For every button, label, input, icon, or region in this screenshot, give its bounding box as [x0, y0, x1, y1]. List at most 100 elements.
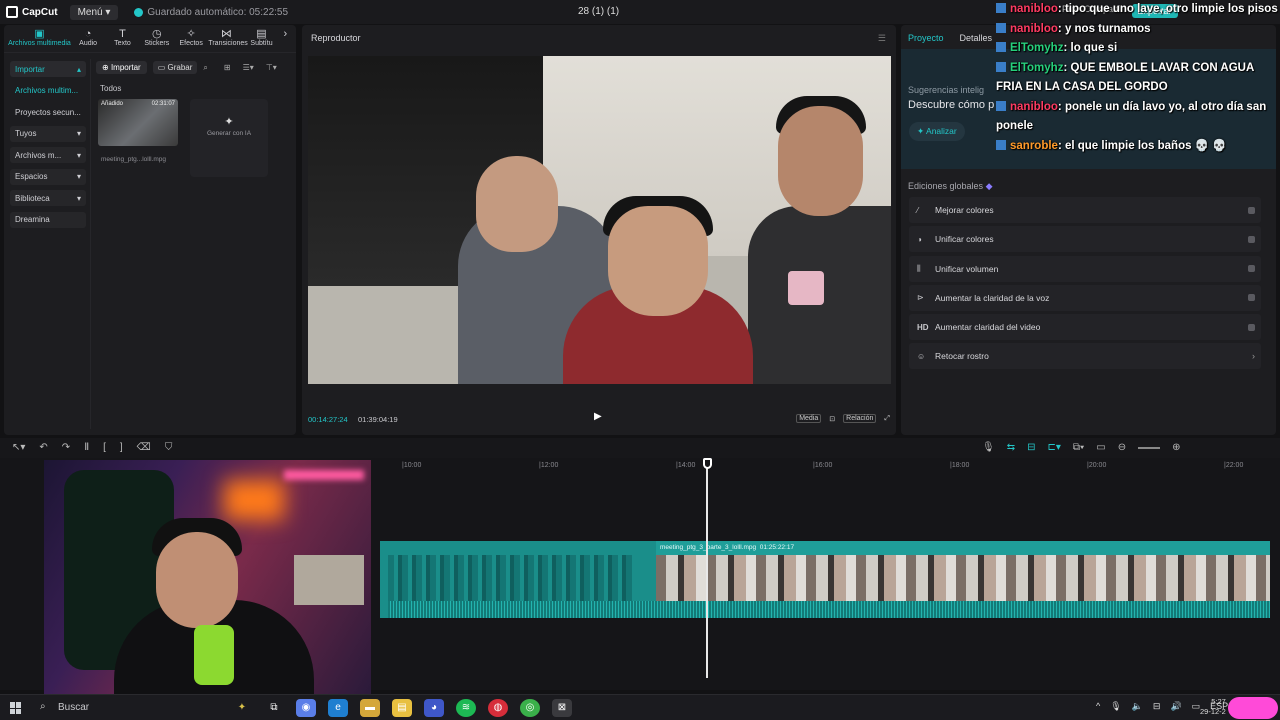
timeline-ruler[interactable]: |10:00 |12:00 |14:00 |16:00 |18:00 |20:0…	[380, 460, 1280, 474]
taskbar-search[interactable]: ⌕ Buscar	[34, 699, 214, 717]
toggle-icon[interactable]	[1248, 235, 1255, 243]
ruler-tick: |14:00	[676, 462, 696, 469]
tab-stickers[interactable]: ◷ Stickers	[140, 28, 174, 52]
obs-icon[interactable]: ◍	[488, 699, 508, 717]
grid-view-icon[interactable]: ⊞	[224, 63, 231, 72]
toggle-icon[interactable]	[1248, 294, 1255, 302]
redo-icon[interactable]: ↷	[62, 442, 70, 453]
play-icon[interactable]: ▶	[594, 411, 602, 422]
clip-segments[interactable]	[388, 555, 633, 603]
generate-ai-button[interactable]: ✦ Generar con IA	[190, 99, 268, 177]
tab-audio[interactable]: ◔ Audio	[71, 28, 105, 52]
chevron-up-icon[interactable]: ^	[1096, 701, 1100, 712]
zoom-slider[interactable]	[1138, 446, 1161, 449]
tab-media[interactable]: ▣ Archivos multimedia	[8, 28, 71, 52]
microphone-icon[interactable]: 🎙	[1110, 701, 1121, 712]
nav-import[interactable]: Importar ▴	[10, 61, 86, 77]
global-edit-retouch-face[interactable]: ☺ Retocar rostro ›	[909, 343, 1261, 370]
task-view-icon[interactable]: ⧉	[264, 699, 284, 717]
playhead[interactable]	[706, 458, 708, 678]
ruler-tick: |18:00	[950, 462, 970, 469]
split-icon[interactable]: Ⅱ	[84, 442, 89, 453]
fullscreen-icon[interactable]: ⤢	[884, 415, 890, 423]
global-edit-unify-volume[interactable]: ⫼ Unificar volumen	[909, 255, 1261, 282]
tab-text[interactable]: T Texto	[105, 28, 139, 52]
autosave-status: Guardado automático: 05:22:55	[134, 7, 288, 18]
filter-icon[interactable]: ⊤▾	[266, 63, 277, 72]
twitch-icon	[996, 61, 1006, 72]
tabs-scroll-right[interactable]: ›	[279, 28, 292, 52]
nav-secondary-projects[interactable]: Proyectos secun...	[10, 104, 86, 120]
global-edit-voice-clarity[interactable]: ⊳ Aumentar la claridad de la voz	[909, 284, 1261, 311]
nav-dreamina[interactable]: Dreamina	[10, 211, 86, 228]
playhead-handle[interactable]	[703, 458, 712, 469]
chat-message: sanroble: el que limpie los baños 💀 💀	[996, 137, 1280, 157]
network-icon[interactable]: ⊟	[1153, 701, 1161, 712]
notes-icon[interactable]: ▤	[392, 699, 412, 717]
preview-axis-icon[interactable]: ⧉▾	[1073, 442, 1084, 453]
import-button[interactable]: ⊕ Importar	[96, 61, 147, 74]
nav-spaces[interactable]: Espacios ▾	[10, 168, 86, 185]
nav-media-archive[interactable]: Archivos m... ▾	[10, 147, 86, 163]
tab-effects[interactable]: ✧ Efectos	[174, 28, 208, 52]
main-clip-frames[interactable]	[656, 555, 1270, 601]
battery-icon[interactable]: ▭	[1192, 701, 1201, 712]
zoom-out-icon[interactable]: ⊖	[1118, 442, 1126, 453]
project-title[interactable]: 28 (1) (1)	[578, 6, 619, 17]
ruler-tick: |10:00	[402, 462, 422, 469]
global-edit-enhance-colors[interactable]: ⁄ Mejorar colores	[909, 197, 1261, 223]
microphone-icon[interactable]: 🎙	[982, 442, 995, 453]
filter-all-label[interactable]: Todos	[100, 84, 121, 93]
record-button[interactable]: ▭ Grabar	[152, 61, 198, 74]
tab-details[interactable]: Detalles	[960, 33, 993, 43]
chrome-icon[interactable]: ◎	[520, 699, 540, 717]
magnet-icon[interactable]: ⊟	[1027, 442, 1035, 453]
speaker-icon[interactable]: 🔈	[1132, 701, 1143, 712]
menu-button[interactable]: Menú ▾	[69, 4, 119, 20]
media-tool-tabs: ▣ Archivos multimedia ◔ Audio T Texto ◷ Stic…	[4, 25, 296, 53]
volume-icon[interactable]: 🔊	[1170, 701, 1181, 712]
toggle-icon[interactable]	[1248, 265, 1255, 273]
tab-project[interactable]: Proyecto	[908, 33, 944, 43]
discord-icon[interactable]: ◕	[424, 699, 444, 717]
widgets-icon[interactable]: ✦	[232, 699, 252, 717]
video-preview[interactable]	[308, 56, 891, 384]
toggle-icon[interactable]	[1248, 323, 1255, 331]
copilot-icon[interactable]: ◉	[296, 699, 316, 717]
taskbar-clock[interactable]: 5:27 29-12-2	[1200, 697, 1226, 717]
hamburger-icon[interactable]: ☰	[878, 33, 886, 44]
media-thumbnail[interactable]: Añadido 02:31:07	[98, 99, 178, 146]
ratio-button[interactable]: Relación	[843, 414, 877, 423]
snap-icon[interactable]: ⊏▾	[1047, 442, 1060, 453]
snapshot-icon[interactable]: ⊡	[829, 415, 835, 423]
link-clips-icon[interactable]: ⇆	[1007, 442, 1015, 453]
spotify-icon[interactable]: ≋	[456, 699, 476, 717]
shield-icon[interactable]: ⛉	[165, 442, 173, 453]
toggle-icon[interactable]	[1248, 206, 1255, 214]
trim-right-icon[interactable]: ]	[120, 442, 123, 453]
sort-icon[interactable]: ☰▾	[243, 63, 254, 72]
delete-icon[interactable]: ⌫	[137, 442, 151, 453]
tab-subtitles[interactable]: ▤ Subtítu	[244, 28, 278, 52]
tab-transitions[interactable]: ⋈ Transiciones	[208, 28, 247, 52]
select-tool-icon[interactable]: ↖▾	[12, 442, 25, 453]
video-track[interactable]: meeting_ptg_3_parte_3_lolll.mpg 01:25:22…	[380, 541, 1270, 618]
capcut-app-icon[interactable]: ⊠	[552, 699, 572, 717]
nav-library[interactable]: Biblioteca ▾	[10, 190, 86, 206]
trim-left-icon[interactable]: [	[103, 442, 106, 453]
edge-icon[interactable]: e	[328, 699, 348, 717]
wand-icon: ⁄	[917, 205, 919, 215]
media-button[interactable]: Media	[796, 414, 822, 423]
analyze-button[interactable]: ✦ Analizar	[909, 122, 965, 141]
global-edit-video-clarity[interactable]: HD Aumentar claridad del video	[909, 314, 1261, 341]
search-icon[interactable]: ⌕	[203, 63, 207, 73]
global-edit-unify-colors[interactable]: ◑ Unificar colores	[909, 226, 1261, 253]
nav-yours[interactable]: Tuyos ▾	[10, 125, 86, 142]
file-explorer-icon[interactable]: ▬	[360, 699, 380, 717]
main-clip-header[interactable]: meeting_ptg_3_parte_3_lolll.mpg 01:25:22…	[656, 541, 1270, 555]
zoom-in-icon[interactable]: ⊕	[1172, 442, 1180, 453]
nav-media-files[interactable]: Archivos multim...	[10, 83, 86, 99]
windows-start-icon[interactable]	[10, 702, 22, 714]
undo-icon[interactable]: ↶	[39, 442, 47, 453]
caption-icon[interactable]: ▭	[1096, 442, 1105, 453]
